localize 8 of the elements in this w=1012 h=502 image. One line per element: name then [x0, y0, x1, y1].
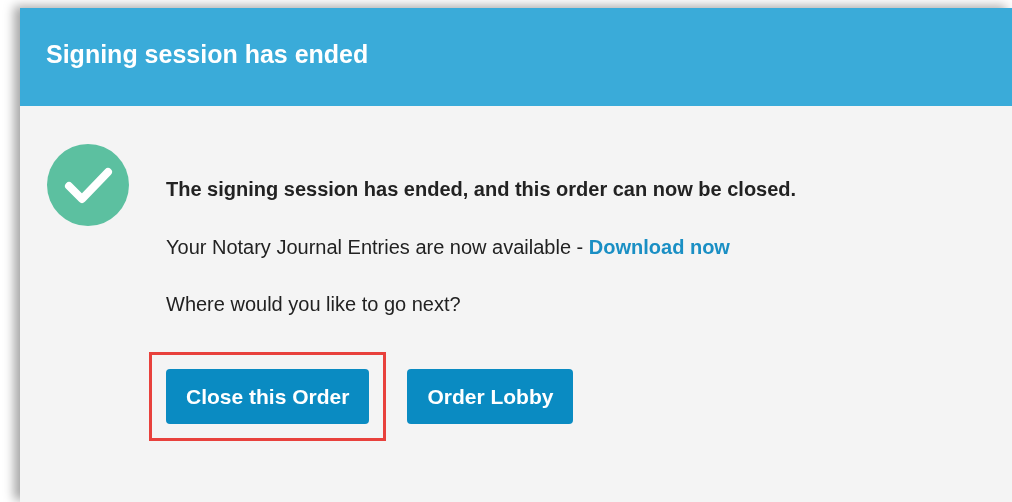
action-button[interactable]: Order Lobby: [407, 368, 574, 424]
dialog-title: Signing session has ended: [46, 39, 369, 70]
message-text: The signing session has ended, and this order can now be closed.: [166, 176, 797, 202]
prompt-text: Where would you like to go next?: [166, 291, 462, 317]
journal-text: Your Notary Journal Entries are now available - Download now: [166, 234, 731, 260]
checkmark-icon: [47, 143, 129, 226]
download-link[interactable]: Download now: [588, 235, 730, 258]
action-button[interactable]: Close this Order: [166, 368, 370, 424]
